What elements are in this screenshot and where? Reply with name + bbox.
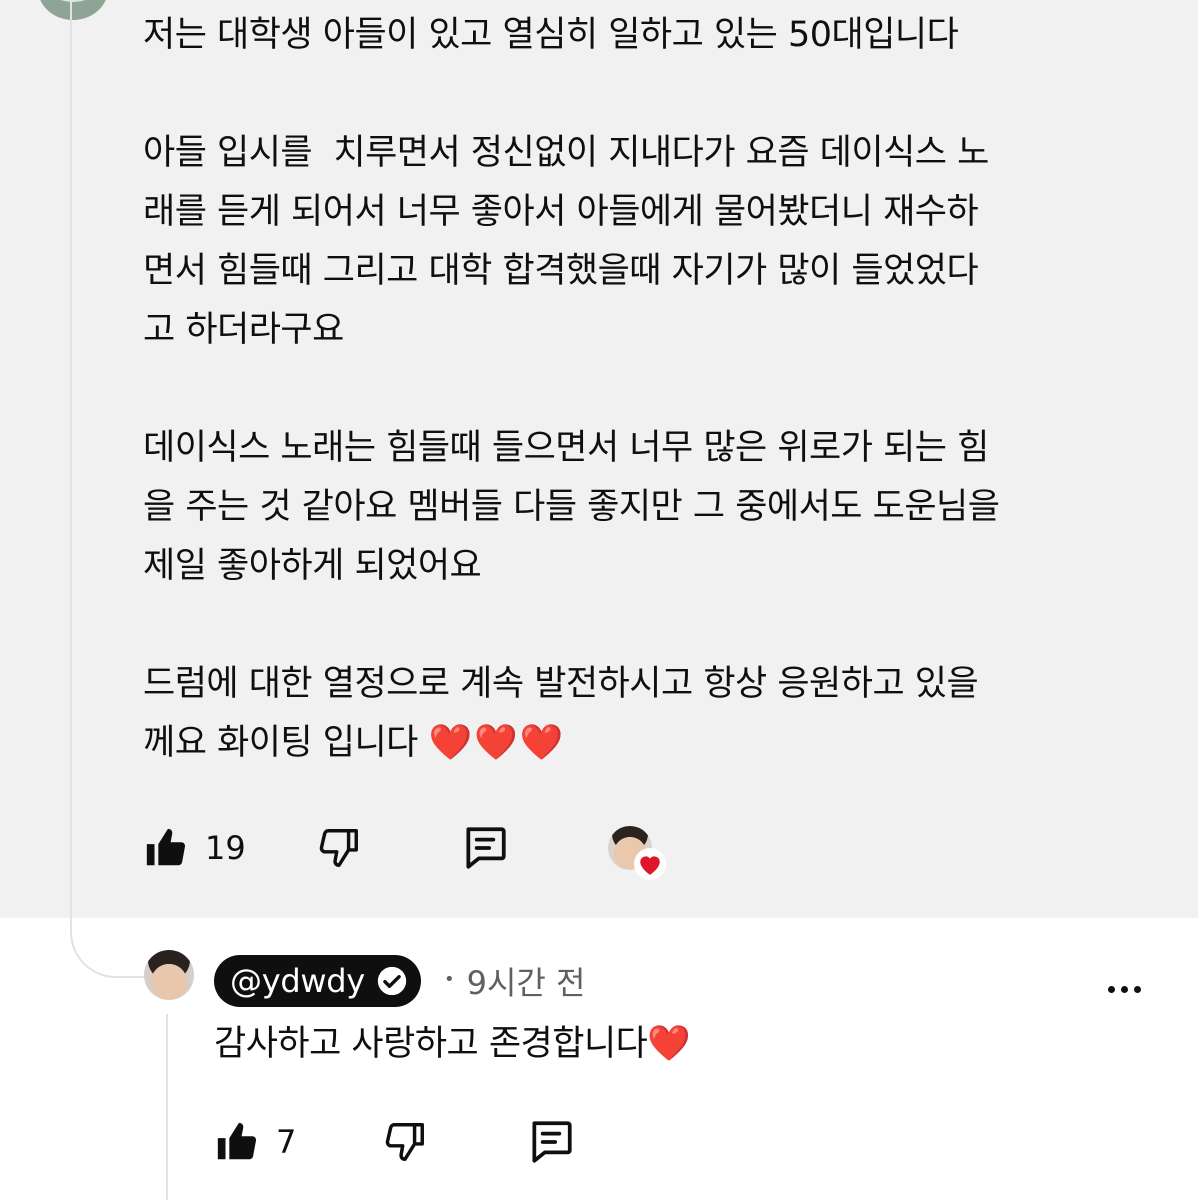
more-options-icon[interactable] [1108,986,1141,993]
reply-icon [532,1121,572,1163]
reply-author-avatar[interactable] [144,950,194,1000]
reply-heart-emoji: ❤️ [647,1024,693,1064]
thread-connector-line [70,0,72,885]
comment-paragraph: 데이식스 노래는 힘들때 들으면서 너무 많은 위로가 되는 힘 을 주는 것 … [143,428,1000,586]
creator-heart [607,826,666,880]
reply-author-name: @ydwdy [230,962,365,1000]
reply-reply-button[interactable] [526,1117,576,1167]
thumbs-up-icon [217,1122,257,1160]
reply-thread-line [166,1014,168,1200]
comment-paragraph: 저는 대학생 아들이 있고 열심히 일하고 있는 50대입니다 [143,15,959,55]
reply-text-content: 감사하고 사랑하고 존경합니다 [214,1024,648,1064]
like-button[interactable]: 19 [143,825,246,871]
meta-separator: • [444,968,455,990]
reply-action-bar: 7 [214,1114,576,1170]
comment-text: 저는 대학생 아들이 있고 열심히 일하고 있는 50대입니다 아들 입시를 치… [143,6,1143,773]
verified-check-icon [375,964,409,998]
reply-like-count: 7 [276,1123,297,1161]
like-count: 19 [205,829,246,867]
reply-author-badge[interactable]: @ydwdy [214,955,421,1007]
reply-like-button[interactable]: 7 [214,1119,296,1165]
thread-connector-curve [70,880,148,978]
reply-timestamp[interactable]: 9시간 전 [467,958,586,1004]
thumbs-up-icon [146,828,186,866]
dislike-button[interactable] [316,825,362,871]
thumbs-down-icon [386,1123,425,1161]
heart-icon [639,856,660,875]
reply-meta: • 9시간 전 [444,958,585,1004]
creator-heart-badge [633,848,666,880]
reply-icon [466,827,506,869]
heart-emojis: ❤️❤️❤️ [428,723,566,763]
comment-paragraph-last: 드럼에 대한 열정으로 계속 발전하시고 항상 응원하고 있을 께요 화이팅 입… [143,655,1143,773]
comment-action-bar: 19 [143,820,666,880]
reply-dislike-button[interactable] [382,1119,428,1165]
reply-text: 감사하고 사랑하고 존경합니다❤️ [214,1015,693,1074]
thumbs-down-icon [319,829,358,867]
reply-button[interactable] [460,823,510,873]
comment-paragraph: 아들 입시를 치루면서 정신없이 지내다가 요즘 데이식스 노 래를 듣게 되어… [143,133,989,350]
